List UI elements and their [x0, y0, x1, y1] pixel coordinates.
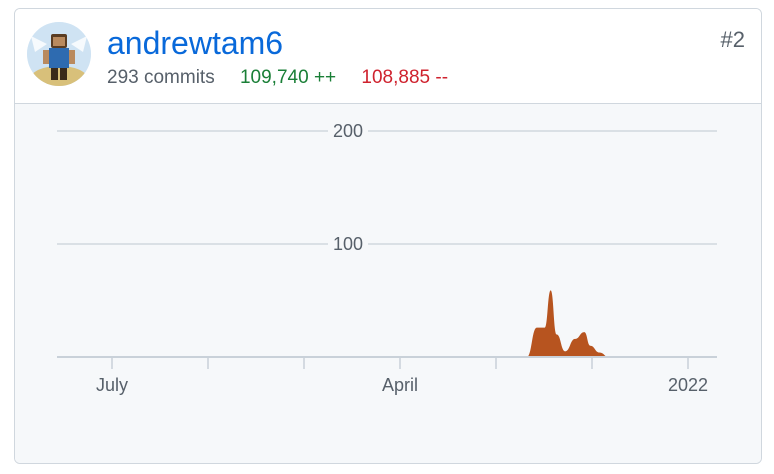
chart-area: 100 200 July April 2022: [15, 104, 761, 463]
x-tick-label: July: [96, 375, 128, 395]
series-area: [526, 290, 609, 357]
avatar-image: [27, 22, 91, 86]
contributor-card: andrewtam6 #2 293 commits 109,740 ++ 108…: [14, 8, 762, 464]
deletions-count: 108,885 --: [361, 67, 449, 88]
y-tick-label: 200: [333, 121, 363, 141]
contributions-chart: 100 200 July April 2022: [57, 121, 717, 395]
y-tick-label: 100: [333, 234, 363, 254]
rank-label: #2: [720, 27, 745, 52]
card-header: andrewtam6 #2 293 commits 109,740 ++ 108…: [15, 9, 761, 104]
x-tick-label: 2022: [668, 375, 708, 395]
additions-count: 109,740 ++: [239, 67, 337, 88]
username-link[interactable]: andrewtam6: [107, 25, 283, 61]
contribution-stats: 293 commits 109,740 ++ 108,885 --: [107, 66, 448, 90]
avatar[interactable]: [27, 22, 91, 86]
commits-count[interactable]: 293 commits: [107, 67, 215, 88]
x-tick-label: April: [382, 375, 418, 395]
